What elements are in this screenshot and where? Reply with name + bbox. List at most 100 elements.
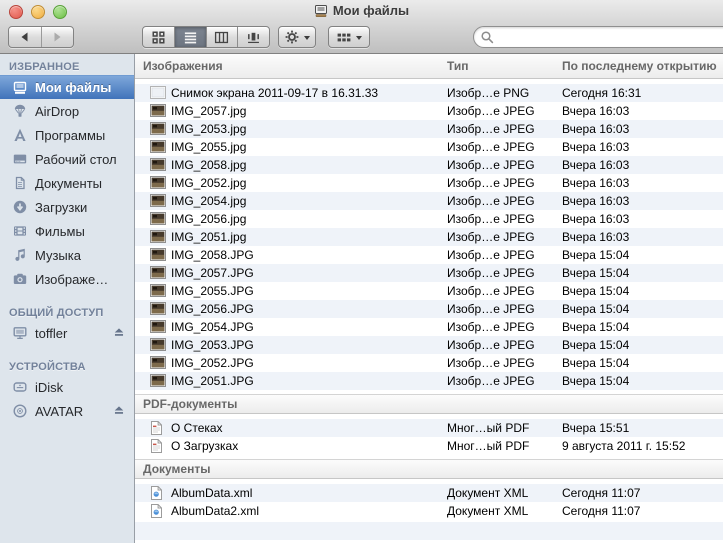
sidebar-item-disc[interactable]: AVATAR — [0, 399, 134, 423]
sidebar-item-label: Изображе… — [35, 272, 108, 287]
eject-button[interactable] — [113, 326, 125, 341]
file-type: Изобр…е JPEG — [447, 282, 535, 300]
file-row[interactable]: IMG_2054.JPG Изобр…е JPEG Вчера 15:04 — [135, 318, 723, 336]
file-row[interactable]: IMG_2055.jpg Изобр…е JPEG Вчера 16:03 — [135, 138, 723, 156]
file-type: Изобр…е JPEG — [447, 264, 535, 282]
arrange-menu-button[interactable] — [328, 26, 370, 48]
file-type: Изобр…е PNG — [447, 84, 529, 102]
pdf-file-icon — [150, 421, 166, 435]
file-type: Мног…ый PDF — [447, 437, 529, 455]
file-row[interactable]: IMG_2056.JPG Изобр…е JPEG Вчера 15:04 — [135, 300, 723, 318]
back-arrow-icon — [18, 30, 32, 44]
file-date: Вчера 15:04 — [562, 336, 629, 354]
file-row[interactable]: IMG_2057.jpg Изобр…е JPEG Вчера 16:03 — [135, 102, 723, 120]
file-row[interactable]: IMG_2052.JPG Изобр…е JPEG Вчера 15:04 — [135, 354, 723, 372]
image-file-icon — [150, 194, 166, 208]
file-type: Документ XML — [447, 502, 528, 520]
sidebar-section-title: ИЗБРАННОЕ — [0, 58, 134, 75]
image-file-icon — [150, 302, 166, 316]
file-row[interactable]: AlbumData.xml Документ XML Сегодня 11:07 — [135, 484, 723, 502]
image-file-icon — [150, 104, 166, 118]
sidebar-section: УСТРОЙСТВА iDisk AVATAR — [0, 358, 134, 423]
sidebar-item-movies[interactable]: Фильмы — [0, 219, 134, 243]
window-content: ИЗБРАННОЕ Мои файлы AirDrop Программы Ра… — [0, 54, 723, 543]
file-row[interactable]: IMG_2054.jpg Изобр…е JPEG Вчера 16:03 — [135, 192, 723, 210]
image-file-icon — [150, 140, 166, 154]
file-name: IMG_2053.jpg — [171, 120, 246, 138]
image-file-icon — [150, 374, 166, 388]
downloads-icon — [11, 199, 29, 216]
action-menu-button[interactable] — [278, 26, 316, 48]
eject-button[interactable] — [113, 404, 125, 419]
file-date: Вчера 16:03 — [562, 138, 629, 156]
music-icon — [11, 247, 29, 264]
sidebar-item-shared-computer[interactable]: toffler — [0, 321, 134, 345]
forward-button[interactable] — [41, 27, 74, 47]
column-view-button[interactable] — [206, 27, 238, 47]
arrange-grid-icon — [336, 30, 352, 45]
file-row[interactable]: О Загрузках Мног…ый PDF 9 августа 2011 г… — [135, 437, 723, 455]
file-row[interactable]: IMG_2053.jpg Изобр…е JPEG Вчера 16:03 — [135, 120, 723, 138]
search-input[interactable] — [495, 28, 723, 46]
file-name: IMG_2055.jpg — [171, 138, 246, 156]
chevron-down-icon — [304, 36, 310, 40]
file-row[interactable]: IMG_2052.jpg Изобр…е JPEG Вчера 16:03 — [135, 174, 723, 192]
coverflow-view-icon — [246, 30, 261, 45]
view-mode-segmented-control — [142, 26, 270, 48]
my-files-icon — [11, 79, 29, 96]
file-row[interactable]: IMG_2058.JPG Изобр…е JPEG Вчера 15:04 — [135, 246, 723, 264]
file-date: Вчера 15:04 — [562, 300, 629, 318]
file-row[interactable]: IMG_2057.JPG Изобр…е JPEG Вчера 15:04 — [135, 264, 723, 282]
window-chrome: Мои файлы — [0, 0, 723, 54]
file-name: IMG_2058.JPG — [171, 246, 254, 264]
file-row[interactable]: IMG_2053.JPG Изобр…е JPEG Вчера 15:04 — [135, 336, 723, 354]
file-row[interactable]: IMG_2058.jpg Изобр…е JPEG Вчера 16:03 — [135, 156, 723, 174]
applications-icon — [11, 127, 29, 144]
list-view-button[interactable] — [174, 27, 206, 47]
file-type: Изобр…е JPEG — [447, 138, 535, 156]
group-header: PDF-документы — [135, 394, 723, 414]
column-header-type: Тип — [447, 54, 469, 78]
back-button[interactable] — [9, 27, 41, 47]
file-row[interactable]: IMG_2055.JPG Изобр…е JPEG Вчера 15:04 — [135, 282, 723, 300]
coverflow-view-button[interactable] — [237, 27, 269, 47]
file-row[interactable]: Снимок экрана 2011-09-17 в 16.31.33 Изоб… — [135, 84, 723, 102]
sidebar-item-music[interactable]: Музыка — [0, 243, 134, 267]
sidebar-item-my-files[interactable]: Мои файлы — [0, 75, 134, 99]
sidebar-item-documents[interactable]: Документы — [0, 171, 134, 195]
sidebar-section: ОБЩИЙ ДОСТУП toffler — [0, 304, 134, 345]
file-row[interactable]: IMG_2051.JPG Изобр…е JPEG Вчера 15:04 — [135, 372, 723, 390]
sidebar-item-idisk[interactable]: iDisk — [0, 375, 134, 399]
image-file-icon — [150, 248, 166, 262]
file-date: Вчера 16:03 — [562, 210, 629, 228]
file-date: Вчера 15:04 — [562, 318, 629, 336]
file-date: Вчера 16:03 — [562, 192, 629, 210]
file-type: Изобр…е JPEG — [447, 102, 535, 120]
icon-view-button[interactable] — [143, 27, 174, 47]
airdrop-icon — [11, 103, 29, 120]
sidebar-item-pictures[interactable]: Изображе… — [0, 267, 134, 291]
sidebar: ИЗБРАННОЕ Мои файлы AirDrop Программы Ра… — [0, 54, 135, 543]
sidebar-item-applications[interactable]: Программы — [0, 123, 134, 147]
image-file-icon — [150, 176, 166, 190]
disc-icon — [11, 403, 29, 420]
image-file-icon — [150, 212, 166, 226]
sidebar-item-desktop[interactable]: Рабочий стол — [0, 147, 134, 171]
xml-file-icon — [150, 486, 166, 500]
file-type: Изобр…е JPEG — [447, 336, 535, 354]
movies-icon — [11, 223, 29, 240]
file-row[interactable]: IMG_2056.jpg Изобр…е JPEG Вчера 16:03 — [135, 210, 723, 228]
file-date: 9 августа 2011 г. 15:52 — [562, 437, 685, 455]
file-name: IMG_2052.jpg — [171, 174, 246, 192]
file-row[interactable]: IMG_2051.jpg Изобр…е JPEG Вчера 16:03 — [135, 228, 723, 246]
sidebar-item-downloads[interactable]: Загрузки — [0, 195, 134, 219]
sidebar-items: iDisk AVATAR — [0, 375, 134, 423]
file-row[interactable]: AlbumData2.xml Документ XML Сегодня 11:0… — [135, 502, 723, 520]
titlebar: Мои файлы — [0, 3, 723, 21]
forward-arrow-icon — [50, 30, 64, 44]
file-type: Изобр…е JPEG — [447, 174, 535, 192]
finder-window: Мои файлы ИЗБРАННОЕ Мои — [0, 0, 723, 543]
sidebar-item-airdrop[interactable]: AirDrop — [0, 99, 134, 123]
file-row[interactable]: О Стеках Мног…ый PDF Вчера 15:51 — [135, 419, 723, 437]
file-date: Вчера 16:03 — [562, 156, 629, 174]
